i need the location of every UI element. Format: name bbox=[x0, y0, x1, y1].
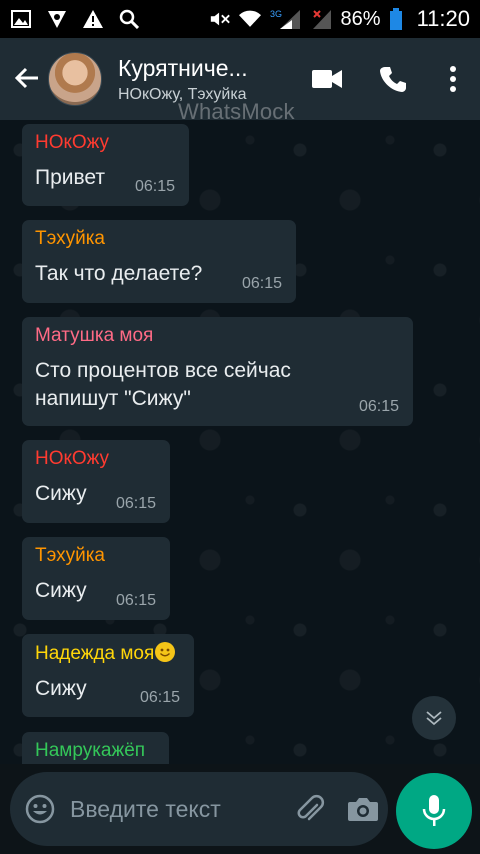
sender-name: Намрукажёп bbox=[35, 740, 146, 761]
chat-info[interactable]: Курятниче... НОкОжу, Тэхуйка bbox=[118, 55, 288, 104]
microphone-icon bbox=[422, 795, 446, 826]
message-time: 06:15 bbox=[115, 495, 156, 512]
chat-header: Курятниче... НОкОжу, Тэхуйка bbox=[0, 38, 480, 120]
message-composer bbox=[10, 772, 388, 846]
avatar[interactable] bbox=[48, 52, 102, 106]
message-text: Сто процентов все сейчас напишут "Сижу" bbox=[35, 359, 291, 410]
attach-button[interactable] bbox=[282, 772, 338, 846]
message-time: 06:15 bbox=[115, 592, 156, 609]
menu-button[interactable] bbox=[426, 38, 480, 120]
back-button[interactable] bbox=[6, 38, 46, 120]
arrow-left-icon bbox=[14, 67, 38, 89]
signal-icon: 3G bbox=[269, 8, 303, 30]
paperclip-icon bbox=[297, 794, 325, 821]
message-time: 06:15 bbox=[358, 398, 399, 415]
sender-name: Надежда моя bbox=[35, 642, 180, 665]
message-bubble[interactable]: НОкОжу Привет 06:15 bbox=[22, 124, 189, 206]
video-camera-icon bbox=[312, 70, 342, 88]
mute-icon bbox=[209, 8, 231, 30]
svg-text:3G: 3G bbox=[270, 9, 282, 19]
clock: 11:20 bbox=[416, 6, 470, 31]
message-input[interactable] bbox=[70, 795, 282, 823]
message-list[interactable]: НОкОжу Привет 06:15 Тэхуйка Так что дела… bbox=[0, 120, 480, 764]
status-bar: 3G 86% 11:20 bbox=[0, 0, 480, 38]
sender-name: Тэхуйка bbox=[35, 545, 105, 566]
message-bubble[interactable]: Матушка моя Сто процентов все сейчас нап… bbox=[22, 317, 413, 426]
wifi-icon bbox=[238, 8, 261, 30]
sender-name: Матушка моя bbox=[35, 325, 154, 346]
sender-name-text: Надежда моя bbox=[35, 643, 155, 664]
message-bubble[interactable]: НОкОжу Сижу 06:15 bbox=[22, 440, 170, 523]
message-bubble[interactable]: Тэхуйка Так что делаете? 06:15 bbox=[22, 220, 296, 303]
warning-icon bbox=[82, 8, 104, 30]
video-call-button[interactable] bbox=[294, 38, 360, 120]
more-vertical-icon bbox=[450, 66, 456, 92]
double-chevron-down-icon bbox=[426, 711, 442, 726]
camera-button[interactable] bbox=[338, 772, 388, 846]
battery-percent: 86% bbox=[340, 7, 381, 30]
smiling-face-emoji-icon bbox=[155, 642, 176, 662]
message-time: 06:15 bbox=[241, 275, 282, 292]
sender-name: НОкОжу bbox=[35, 448, 110, 469]
message-bubble[interactable]: Надежда моя Сижу 06:15 bbox=[22, 634, 194, 717]
message-time: 06:15 bbox=[134, 178, 175, 195]
voice-call-button[interactable] bbox=[360, 38, 426, 120]
emoji-button[interactable] bbox=[10, 772, 70, 846]
chat-subtitle: НОкОжу, Тэхуйка bbox=[118, 85, 247, 103]
scroll-to-bottom-button[interactable] bbox=[412, 696, 456, 740]
sender-name: НОкОжу bbox=[35, 132, 110, 153]
camera-icon bbox=[348, 798, 378, 821]
message-bubble[interactable]: Тэхуйка Сижу 06:15 bbox=[22, 537, 170, 620]
voice-message-button[interactable] bbox=[396, 773, 472, 849]
chat-title: Курятниче... bbox=[118, 54, 248, 81]
battery-icon bbox=[389, 8, 403, 30]
sender-name: Тэхуйка bbox=[35, 228, 105, 249]
phone-icon bbox=[380, 67, 406, 92]
app-icon bbox=[46, 8, 68, 30]
message-bubble[interactable]: Намрукажёп bbox=[22, 732, 169, 764]
emoji-icon bbox=[25, 794, 55, 824]
signal-icon bbox=[311, 8, 333, 30]
image-icon bbox=[10, 8, 32, 30]
message-time: 06:15 bbox=[139, 689, 180, 706]
search-icon bbox=[118, 8, 140, 30]
